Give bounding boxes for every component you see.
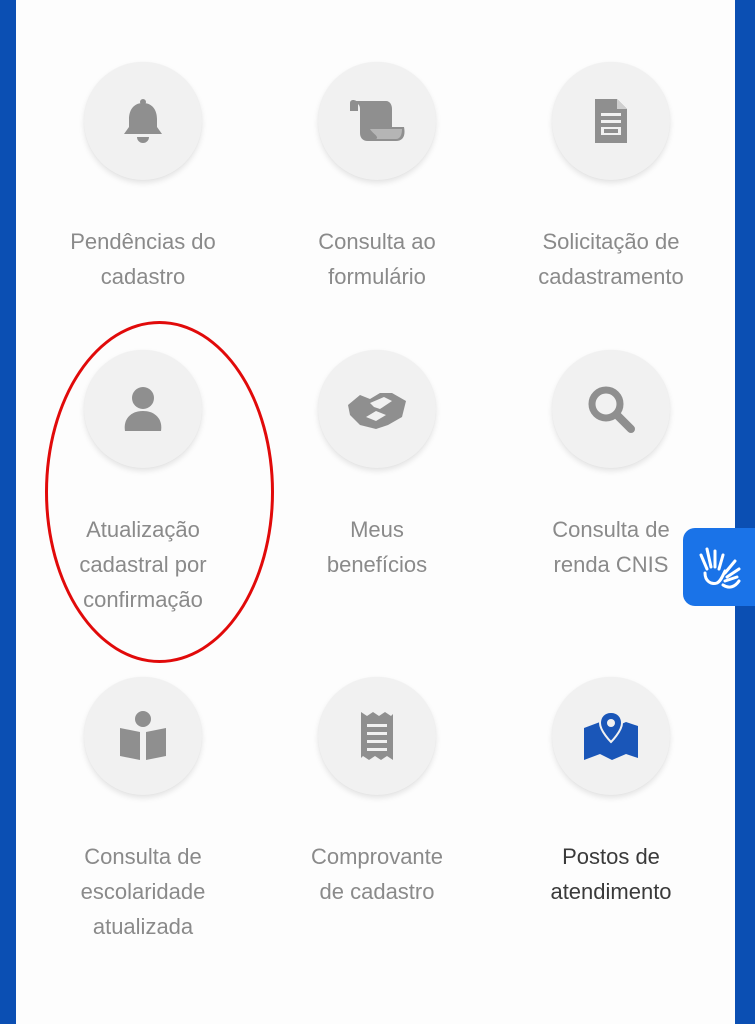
handshake-icon — [348, 393, 406, 429]
menu-item-icon-button[interactable] — [84, 677, 202, 795]
menu-item-label: Solicitação de cadastramento — [538, 229, 684, 289]
menu-item-solicitacao-cadastramento[interactable]: Solicitação de cadastramento — [491, 62, 731, 294]
reader-icon — [120, 711, 166, 760]
bell-icon — [124, 99, 162, 143]
menu-item-pendencias[interactable]: Pendências do cadastro — [23, 62, 263, 294]
menu-item-label: Consulta de escolaridade atualizada — [80, 844, 206, 939]
menu-item-icon-button[interactable] — [84, 62, 202, 180]
menu-item-icon-button[interactable] — [552, 350, 670, 468]
map-pin-icon — [584, 710, 638, 760]
scroll-icon — [350, 100, 405, 141]
menu-item-meus-beneficios[interactable]: Meus benefícios — [257, 350, 497, 582]
receipt-icon — [361, 712, 393, 760]
menu-item-label: Postos de atendimento — [550, 844, 672, 904]
user-icon — [124, 387, 162, 431]
menu-item-consulta-formulario[interactable]: Consulta ao formulário — [257, 62, 497, 294]
menu-item-icon-button[interactable] — [84, 350, 202, 468]
menu-item-icon-button[interactable] — [552, 677, 670, 795]
menu-item-postos-atendimento[interactable]: Postos de atendimento — [491, 677, 731, 909]
menu-item-icon-button[interactable] — [552, 62, 670, 180]
menu-item-icon-button[interactable] — [318, 62, 436, 180]
menu-item-label: Meus benefícios — [326, 517, 428, 577]
menu-item-atualizacao-cadastral[interactable]: Atualização cadastral por confirmação — [23, 350, 263, 617]
sign-language-icon — [699, 547, 741, 589]
accessibility-button[interactable] — [683, 528, 755, 606]
document-icon — [595, 99, 627, 143]
menu-item-comprovante-cadastro[interactable]: Comprovante de cadastro — [257, 677, 497, 909]
menu-item-icon-button[interactable] — [318, 677, 436, 795]
search-icon — [588, 386, 635, 433]
menu-item-icon-button[interactable] — [318, 350, 436, 468]
menu-item-label: Comprovante de cadastro — [310, 844, 444, 904]
menu-item-consulta-escolaridade[interactable]: Consulta de escolaridade atualizada — [23, 677, 263, 944]
menu-item-label: Atualização cadastral por confirmação — [79, 517, 207, 612]
menu-item-label: Consulta ao formulário — [318, 229, 436, 289]
menu-item-label: Pendências do cadastro — [70, 229, 216, 289]
services-panel: Pendências do cadastro Consulta ao formu… — [16, 0, 735, 1024]
